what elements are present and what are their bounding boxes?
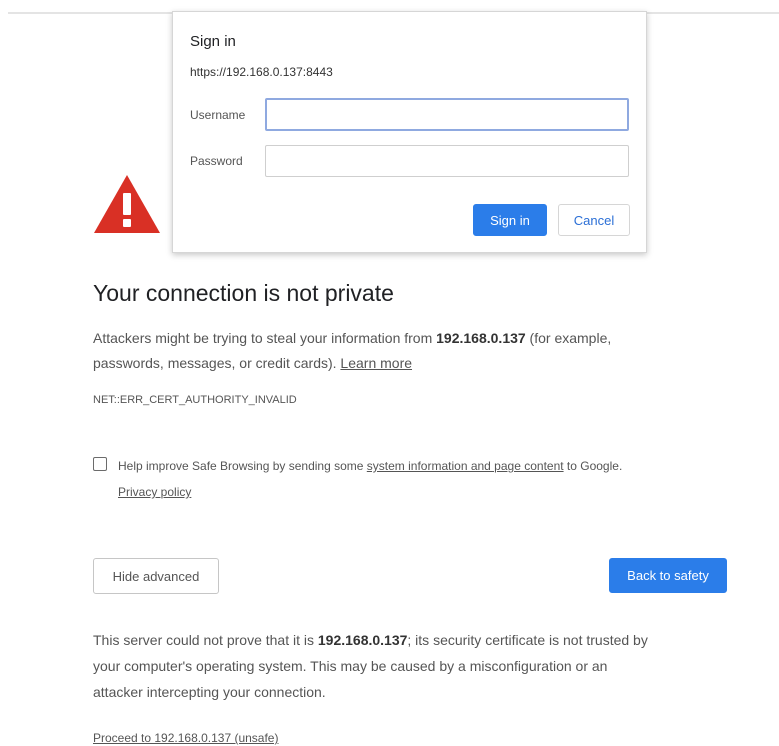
password-label: Password: [190, 154, 243, 168]
safe-browsing-checkbox[interactable]: [93, 457, 107, 471]
intro-text-2: passwords, messages, or credit cards).: [93, 355, 341, 371]
learn-more-link[interactable]: Learn more: [340, 355, 412, 371]
intro-line-2: passwords, messages, or credit cards). L…: [93, 350, 412, 376]
username-label: Username: [190, 108, 246, 122]
intro-line-1: Attackers might be trying to steal your …: [93, 325, 611, 351]
hide-advanced-button[interactable]: Hide advanced: [93, 558, 219, 594]
cancel-button[interactable]: Cancel: [558, 204, 630, 236]
page-heading: Your connection is not private: [93, 280, 394, 306]
back-to-safety-button[interactable]: Back to safety: [609, 558, 727, 593]
privacy-policy-link[interactable]: Privacy policy: [118, 485, 191, 499]
safe-browsing-label: Help improve Safe Browsing by sending so…: [118, 459, 367, 473]
system-info-link[interactable]: system information and page content: [367, 459, 564, 473]
password-input[interactable]: [265, 145, 629, 177]
safe-browsing-label-end: to Google.: [563, 459, 623, 473]
host-name: 192.168.0.137: [436, 330, 526, 346]
sign-in-button[interactable]: Sign in: [473, 204, 547, 236]
details-line-3: attacker intercepting your connection.: [93, 684, 326, 700]
privacy-policy-row: Privacy policy: [118, 485, 191, 499]
sign-in-dialog: Sign in https://192.168.0.137:8443 Usern…: [172, 11, 647, 253]
details-line-2: your computer's operating system. This m…: [93, 658, 608, 674]
details-host-name: 192.168.0.137: [317, 632, 408, 648]
dialog-title: Sign in: [190, 33, 236, 50]
safe-browsing-text: Help improve Safe Browsing by sending so…: [118, 459, 622, 473]
details-line-1: This server could not prove that it is 1…: [93, 627, 648, 653]
intro-text-end: (for example,: [525, 330, 612, 346]
username-input[interactable]: [265, 98, 629, 131]
intro-text: Attackers might be trying to steal your …: [93, 330, 437, 346]
details-text-end: ; its security certificate is not truste…: [407, 632, 648, 648]
error-code: NET::ERR_CERT_AUTHORITY_INVALID: [93, 394, 297, 406]
details-text: This server could not prove that it is: [93, 632, 318, 648]
dialog-url: https://192.168.0.137:8443: [190, 65, 333, 79]
proceed-unsafe-link[interactable]: Proceed to 192.168.0.137 (unsafe): [93, 731, 278, 745]
warning-triangle-icon: [94, 175, 160, 233]
